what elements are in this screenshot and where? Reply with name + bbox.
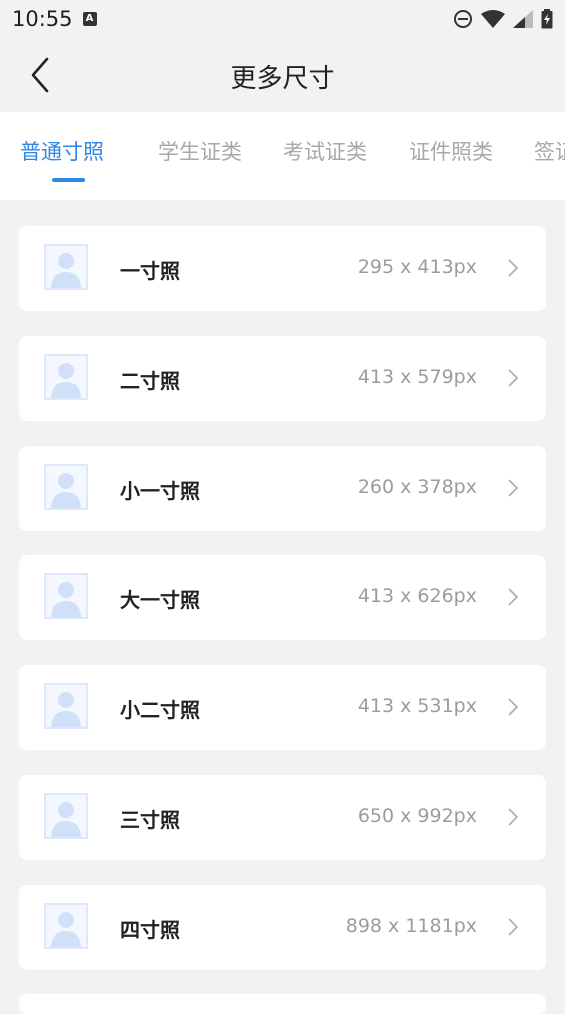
- page-title: 更多尺寸: [230, 64, 335, 94]
- chevron-right-icon: [508, 588, 519, 606]
- chevron-right-icon: [508, 259, 519, 277]
- size-pixels: 650 x 992px: [357, 805, 477, 827]
- size-item[interactable]: 三寸照 650 x 992px: [19, 775, 546, 860]
- tab-exam-id[interactable]: 考试证类: [283, 136, 367, 166]
- size-item[interactable]: 小二寸照 413 x 531px: [19, 665, 546, 750]
- chevron-right-icon: [508, 918, 519, 936]
- portrait-placeholder-icon: [44, 354, 88, 400]
- chevron-right-icon: [508, 698, 519, 716]
- size-item[interactable]: 四寸照 898 x 1181px: [19, 885, 546, 970]
- size-item-partial[interactable]: [19, 994, 546, 1014]
- status-bar: 10:55 A: [0, 0, 565, 38]
- tab-visa[interactable]: 签证: [534, 136, 565, 166]
- nav-bar: 更多尺寸: [0, 38, 565, 112]
- size-pixels: 413 x 531px: [357, 695, 477, 717]
- portrait-placeholder-icon: [44, 573, 88, 619]
- tab-normal-photo[interactable]: 普通寸照: [20, 136, 104, 166]
- chevron-right-icon: [508, 808, 519, 826]
- portrait-placeholder-icon: [44, 464, 88, 510]
- portrait-placeholder-icon: [44, 793, 88, 839]
- size-pixels: 260 x 378px: [357, 476, 477, 498]
- size-pixels: 413 x 579px: [357, 366, 477, 388]
- do-not-disturb-icon: [454, 10, 472, 28]
- portrait-placeholder-icon: [44, 683, 88, 729]
- app-notification-icon: A: [82, 12, 97, 26]
- size-name: 四寸照: [120, 918, 180, 942]
- tab-student-id[interactable]: 学生证类: [158, 136, 242, 166]
- size-name: 二寸照: [120, 369, 180, 393]
- size-name: 一寸照: [120, 259, 180, 283]
- size-pixels: 898 x 1181px: [345, 915, 477, 937]
- active-tab-indicator: [52, 178, 85, 182]
- signal-icon: [513, 10, 533, 28]
- size-item[interactable]: 大一寸照 413 x 626px: [19, 555, 546, 640]
- size-name: 三寸照: [120, 808, 180, 832]
- chevron-right-icon: [508, 369, 519, 387]
- size-item[interactable]: 二寸照 413 x 579px: [19, 336, 546, 421]
- category-tabs: 普通寸照 学生证类 考试证类 证件照类 签证: [0, 112, 565, 200]
- portrait-placeholder-icon: [44, 903, 88, 949]
- size-item[interactable]: 一寸照 295 x 413px: [19, 226, 546, 311]
- size-pixels: 413 x 626px: [357, 585, 477, 607]
- battery-charging-icon: [541, 9, 553, 29]
- size-pixels: 295 x 413px: [357, 256, 477, 278]
- size-item[interactable]: 小一寸照 260 x 378px: [19, 446, 546, 531]
- chevron-right-icon: [508, 479, 519, 497]
- tab-id-photo[interactable]: 证件照类: [409, 136, 493, 166]
- wifi-icon: [481, 10, 505, 28]
- status-time: 10:55: [12, 7, 73, 31]
- size-name: 小一寸照: [120, 479, 200, 503]
- size-name: 大一寸照: [120, 588, 200, 612]
- size-name: 小二寸照: [120, 698, 200, 722]
- portrait-placeholder-icon: [44, 244, 88, 290]
